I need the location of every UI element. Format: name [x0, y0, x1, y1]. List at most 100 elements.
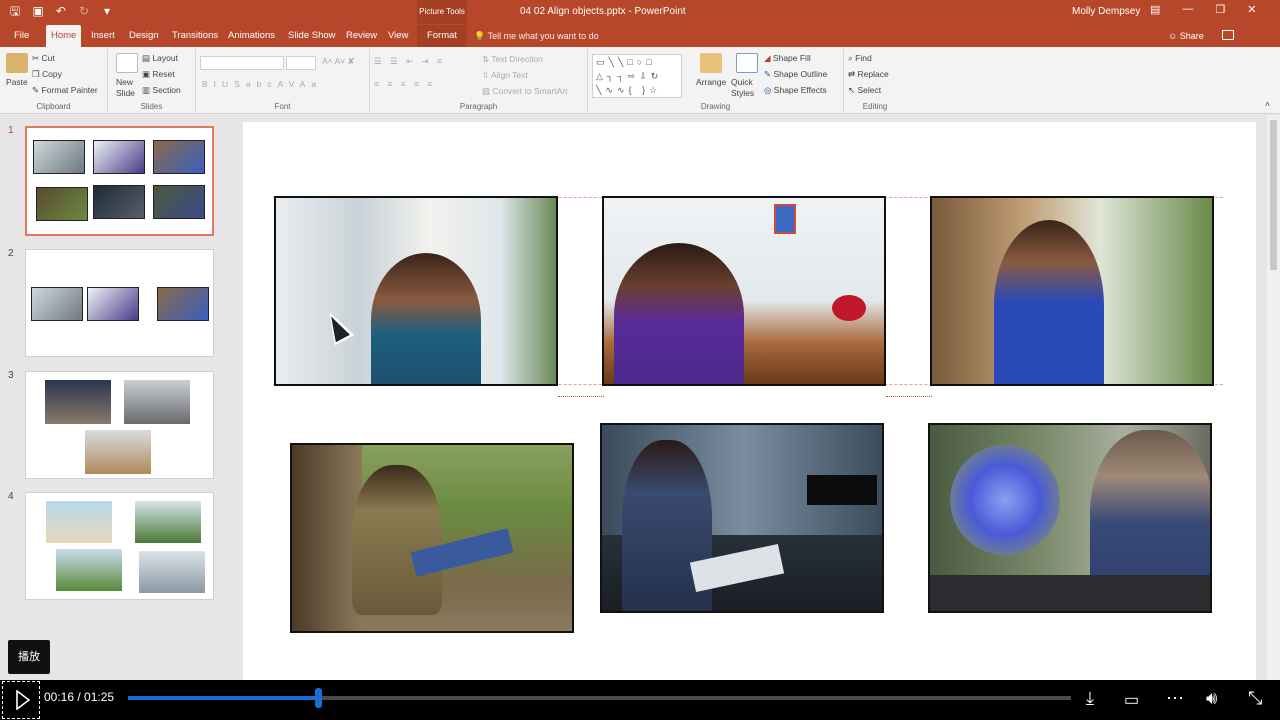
comments-icon[interactable]	[1222, 30, 1234, 40]
window-controls: ▤ — ❐ ✕	[1150, 3, 1257, 16]
thumb-photo	[153, 140, 205, 174]
arrange-icon[interactable]	[700, 53, 722, 73]
tab-slide-show[interactable]: Slide Show	[283, 25, 341, 47]
new-slide-icon[interactable]	[116, 53, 138, 73]
copy-label: Copy	[42, 69, 62, 79]
shadow-button[interactable]: abc	[246, 79, 278, 89]
scissors-icon: ✂	[32, 53, 40, 63]
share-button[interactable]: ☺ Share	[1168, 25, 1204, 47]
thumb-photo	[36, 187, 88, 221]
char-spacing-button[interactable]: AV	[278, 79, 300, 89]
tab-review[interactable]: Review	[341, 25, 382, 47]
slide-thumbnail-2[interactable]	[25, 249, 214, 357]
cut-button[interactable]: ✂ Cut	[32, 53, 55, 64]
more-options-icon[interactable]: ⋯	[1166, 688, 1184, 709]
select-button[interactable]: ↖ Select	[848, 85, 881, 96]
user-name[interactable]: Molly Dempsey	[1072, 6, 1140, 17]
reset-button[interactable]: ▣ Reset	[142, 69, 175, 80]
thumb-photo	[153, 185, 205, 219]
font-label: Font	[274, 102, 291, 111]
scrollbar-thumb[interactable]	[1270, 120, 1277, 270]
present-icon[interactable]: ▣	[31, 4, 45, 18]
change-case-button[interactable]: Aa	[300, 79, 322, 89]
italic-button[interactable]: I	[214, 79, 222, 89]
volume-icon[interactable]: 🔊︎	[1206, 688, 1217, 709]
replace-button[interactable]: ⇄ Replace	[848, 69, 889, 80]
tab-insert[interactable]: Insert	[86, 25, 120, 47]
ribbon-tabs: File Home Insert Design Transitions Anim…	[0, 25, 1280, 47]
document-title: 04 02 Align objects.pptx - PowerPoint	[520, 6, 686, 17]
save-icon[interactable]: 🖫	[8, 4, 22, 18]
photo-man-surface-studio[interactable]	[600, 423, 884, 613]
shape-effects-button[interactable]: ◎ Shape Effects	[764, 85, 827, 96]
photo-man-hololens[interactable]	[928, 423, 1212, 613]
undo-icon[interactable]: ↶	[54, 4, 68, 18]
align-buttons[interactable]: ≡ ≡ ≡ ≡ ≡	[374, 79, 435, 89]
shape-fill-button[interactable]: ◢ Shape Fill	[764, 53, 811, 64]
slide-canvas[interactable]	[243, 122, 1256, 680]
font-size-input[interactable]	[286, 56, 316, 70]
photo-man-tree-tablet[interactable]	[290, 443, 574, 633]
seek-bar[interactable]	[128, 688, 1071, 708]
list-buttons[interactable]: ☰ ☰ ⇤ ⇥ ≡	[374, 56, 445, 67]
tab-design[interactable]: Design	[124, 25, 164, 47]
redo-icon[interactable]: ↻	[77, 4, 91, 18]
photo-woman-laptop-desk[interactable]	[602, 196, 886, 386]
play-button[interactable]	[2, 681, 40, 719]
thumb-photo	[139, 551, 205, 593]
strikethrough-button[interactable]: S	[234, 79, 246, 89]
shape-outline-button[interactable]: ✎ Shape Outline	[764, 69, 827, 80]
pencil-icon: ✎	[764, 69, 772, 79]
hologram	[950, 445, 1060, 555]
slide-thumbnail-3[interactable]	[25, 371, 214, 479]
picture-tools-label: Picture Tools	[417, 0, 467, 24]
customize-icon[interactable]: ▾	[100, 4, 114, 18]
tab-transitions[interactable]: Transitions	[167, 25, 223, 47]
font-name-input[interactable]	[200, 56, 284, 70]
close-icon[interactable]: ✕	[1247, 3, 1256, 16]
time-separator: /	[74, 690, 85, 704]
photo-woman-tablet-photos[interactable]	[274, 196, 558, 386]
quick-styles-icon[interactable]	[736, 53, 758, 73]
bold-button[interactable]: B	[202, 79, 214, 89]
download-icon[interactable]: ⤓	[1086, 688, 1094, 709]
tab-animations[interactable]: Animations	[223, 25, 280, 47]
vertical-scrollbar[interactable]	[1267, 115, 1280, 680]
shapes-gallery[interactable]: ▭╲╲□○□ △┐┐⇨⇩↻ ╲∿∿{ }☆	[592, 54, 682, 98]
slide-thumbnail-1[interactable]	[25, 126, 214, 236]
quick-styles-button[interactable]: Quick Styles	[731, 77, 761, 99]
seek-handle[interactable]	[314, 688, 322, 708]
layout-button[interactable]: ▤ Layout	[142, 53, 178, 64]
format-painter-button[interactable]: ✎ Format Painter	[32, 85, 98, 96]
tab-home[interactable]: Home	[46, 25, 82, 47]
maximize-icon[interactable]: ❐	[1215, 3, 1225, 16]
quick-access-toolbar: 🖫 ▣ ↶ ↻ ▾	[8, 4, 114, 18]
slide-thumbnail-4[interactable]	[25, 492, 214, 600]
tell-me-box[interactable]: 💡 Tell me what you want to do	[474, 25, 599, 47]
thumb-photo	[135, 501, 201, 543]
section-button[interactable]: ▥ Section	[142, 85, 181, 96]
photo-woman-blue-tablet[interactable]	[930, 196, 1214, 386]
paste-button[interactable]: Paste	[6, 77, 28, 87]
captions-icon[interactable]: ▭	[1124, 690, 1139, 710]
tab-format[interactable]: Format	[417, 25, 467, 47]
minimize-icon[interactable]: —	[1182, 3, 1193, 16]
time-display: 00:16 / 01:25	[44, 690, 114, 704]
exit-fullscreen-icon[interactable]: ⤡	[1248, 688, 1262, 709]
font-size-buttons[interactable]: A˄ A˅ ✘	[322, 56, 355, 67]
convert-smartart-button[interactable]: ▨ Convert to SmartArt	[482, 86, 568, 97]
ribbon-display-icon[interactable]: ▤	[1150, 3, 1160, 16]
paste-icon[interactable]	[6, 53, 28, 73]
text-direction-button[interactable]: ⇅ Text Direction	[482, 54, 543, 65]
arrange-button[interactable]: Arrange	[696, 77, 726, 87]
layout-icon: ▤	[142, 53, 151, 63]
tab-file[interactable]: File	[9, 25, 34, 47]
person-figure	[614, 243, 744, 384]
find-button[interactable]: ⌕ Find	[848, 53, 872, 64]
align-text-button[interactable]: ⇳ Align Text	[482, 70, 528, 81]
collapse-ribbon-icon[interactable]: ˄	[1265, 99, 1270, 109]
underline-button[interactable]: U	[222, 79, 234, 89]
tab-view[interactable]: View	[383, 25, 413, 47]
slide-thumbnail-pane: 1 2 3 4	[0, 115, 230, 680]
copy-button[interactable]: ❐ Copy	[32, 69, 62, 80]
